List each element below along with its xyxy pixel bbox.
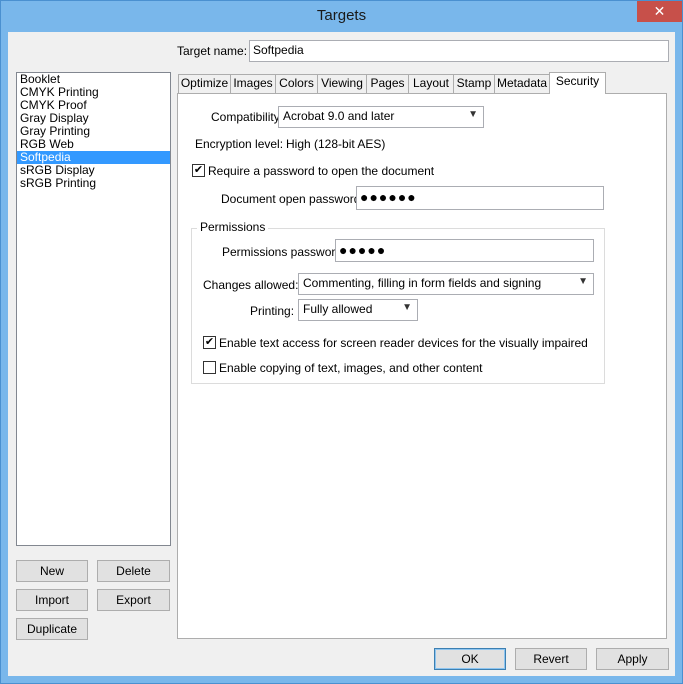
screen-reader-label[interactable]: Enable text access for screen reader dev… — [219, 336, 588, 350]
require-password-label[interactable]: Require a password to open the document — [208, 164, 434, 178]
export-button[interactable]: Export — [97, 589, 170, 611]
tab-images[interactable]: Images — [230, 74, 276, 93]
ok-button[interactable]: OK — [434, 648, 506, 670]
copying-checkbox[interactable] — [203, 361, 216, 374]
tab-metadata[interactable]: Metadata — [494, 74, 550, 93]
tab-pages[interactable]: Pages — [366, 74, 409, 93]
tab-layout[interactable]: Layout — [408, 74, 454, 93]
checkmark-icon: ✔ — [193, 164, 204, 176]
list-item[interactable]: sRGB Printing — [17, 177, 170, 190]
permissions-title: Permissions — [197, 220, 269, 234]
changes-allowed-select[interactable]: Commenting, filling in form fields and s… — [298, 273, 594, 295]
new-button[interactable]: New — [16, 560, 88, 582]
target-name-label: Target name: — [177, 44, 248, 58]
tab-viewing[interactable]: Viewing — [317, 74, 367, 93]
import-button[interactable]: Import — [16, 589, 88, 611]
security-panel: Compatibility: Acrobat 9.0 and later ▼ E… — [177, 93, 667, 639]
target-name-input[interactable]: Softpedia — [249, 40, 669, 62]
printing-label: Printing: — [250, 304, 295, 318]
chevron-down-icon: ▼ — [402, 302, 412, 313]
changes-allowed-value: Commenting, filling in form fields and s… — [303, 276, 542, 290]
apply-button[interactable]: Apply — [596, 648, 669, 670]
require-password-checkbox[interactable]: ✔ — [192, 164, 205, 177]
compatibility-select[interactable]: Acrobat 9.0 and later ▼ — [278, 106, 484, 128]
revert-button[interactable]: Revert — [515, 648, 587, 670]
tab-colors[interactable]: Colors — [275, 74, 318, 93]
screen-reader-checkbox[interactable]: ✔ — [203, 336, 216, 349]
targets-window: Targets ✕ Target name: Softpedia Booklet… — [0, 0, 683, 684]
open-password-input[interactable]: ●●●●●● — [356, 186, 604, 210]
printing-value: Fully allowed — [303, 302, 373, 316]
chevron-down-icon: ▼ — [468, 109, 478, 120]
checkmark-icon: ✔ — [204, 336, 215, 348]
close-button[interactable]: ✕ — [637, 1, 682, 22]
copying-label[interactable]: Enable copying of text, images, and othe… — [219, 361, 483, 375]
printing-select[interactable]: Fully allowed ▼ — [298, 299, 418, 321]
window-title: Targets — [316, 7, 367, 24]
permissions-password-input[interactable]: ●●●●● — [335, 239, 594, 262]
title-bar[interactable]: Targets ✕ — [1, 1, 682, 32]
close-icon: ✕ — [653, 3, 666, 19]
open-password-label: Document open password: — [221, 192, 364, 206]
encryption-label: Encryption level: — [195, 137, 284, 151]
compatibility-label: Compatibility: — [211, 110, 284, 124]
dialog-client-area: Target name: Softpedia Booklet CMYK Prin… — [8, 32, 675, 676]
targets-list[interactable]: Booklet CMYK Printing CMYK Proof Gray Di… — [16, 72, 171, 546]
encryption-value: High (128-bit AES) — [286, 137, 386, 151]
tab-optimize[interactable]: Optimize — [178, 74, 231, 93]
duplicate-button[interactable]: Duplicate — [16, 618, 88, 640]
permissions-password-label: Permissions password: — [222, 245, 346, 259]
compatibility-value: Acrobat 9.0 and later — [283, 109, 395, 123]
delete-button[interactable]: Delete — [97, 560, 170, 582]
tab-security[interactable]: Security — [549, 72, 606, 94]
changes-allowed-label: Changes allowed: — [203, 278, 299, 292]
tab-stamp[interactable]: Stamp — [453, 74, 495, 93]
chevron-down-icon: ▼ — [578, 276, 588, 287]
